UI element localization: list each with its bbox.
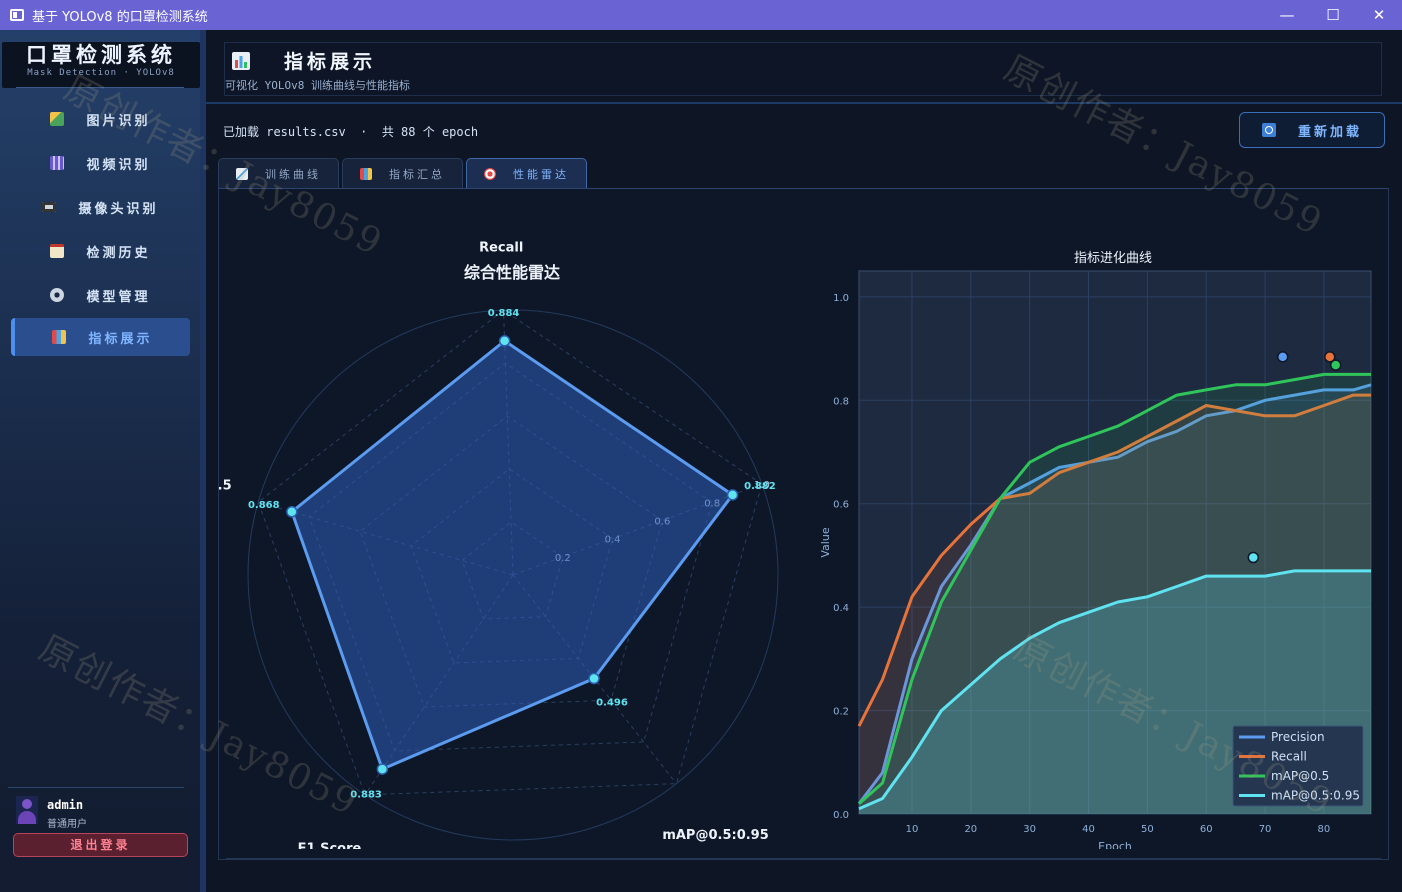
legend-label: mAP@0.5:0.95: [1271, 789, 1360, 803]
radar-point: [286, 506, 298, 518]
radar-axis-label: mAP@0.5: [219, 479, 232, 494]
tab-label: 性能雷达: [513, 168, 569, 181]
legend-label: Precision: [1271, 730, 1325, 744]
best-point-marker: [1329, 359, 1342, 371]
x-tick-label: 10: [906, 824, 919, 835]
tab-label: 指标汇总: [389, 168, 445, 181]
maximize-button[interactable]: ☐: [1310, 0, 1356, 30]
x-tick-label: 60: [1200, 824, 1213, 835]
radar-chart: 综合性能雷达 0.20.40.60.81.00.8820.8840.8680.8…: [219, 241, 779, 849]
radar-tab-panel: 综合性能雷达 0.2 0.4 0.6 0.8 1.0 0.882 0.884 0.868 0.8…: [218, 188, 1389, 860]
avatar: [16, 796, 38, 824]
tab-bar: 训练曲线 指标汇总 性能雷达: [218, 158, 590, 189]
page-subtitle: 可视化 YOLOv8 训练曲线与性能指标: [225, 79, 410, 92]
header-divider: [206, 102, 1402, 104]
target-icon: [484, 168, 496, 180]
y-tick-label: 0.6: [833, 500, 849, 511]
sidebar-item-video[interactable]: 视频识别: [11, 144, 190, 182]
main-content: 指标展示 可视化 YOLOv8 训练曲线与性能指标 已加载 results.cs…: [206, 30, 1402, 892]
x-tick-label: 50: [1141, 824, 1154, 835]
reload-button[interactable]: 重新加载: [1239, 112, 1385, 148]
y-axis-label: Value: [819, 527, 832, 557]
brand-logo: 口罩检测系统 Mask Detection · YOLOv8: [2, 42, 200, 88]
sidebar-item-models[interactable]: 模型管理: [11, 276, 190, 314]
sidebar-item-label: 指标展示: [88, 331, 153, 347]
radar-chart-title: 综合性能雷达: [464, 263, 560, 282]
brand-divider: [16, 87, 184, 88]
user-role: 普通用户: [47, 819, 87, 830]
brand-title: 口罩检测系统: [26, 42, 176, 67]
x-axis-label: Epoch: [1098, 840, 1132, 849]
radar-point: [498, 335, 511, 347]
image-icon: [50, 112, 65, 126]
sidebar: 口罩检测系统 Mask Detection · YOLOv8 图片识别 视频识别…: [0, 30, 206, 892]
history-icon: [50, 244, 65, 258]
user-name: admin: [47, 798, 84, 812]
tab-performance-radar[interactable]: 性能雷达: [466, 158, 587, 189]
radar-value-label: 0.884: [488, 308, 520, 319]
radar-point: [726, 489, 739, 501]
loaded-status: 已加载 results.csv · 共 88 个 epoch: [223, 125, 479, 139]
camera-icon: [42, 202, 57, 212]
user-divider: [8, 787, 184, 788]
window-title: 基于 YOLOv8 的口罩检测系统: [32, 9, 208, 25]
x-tick-label: 20: [964, 824, 977, 835]
tab-metrics-summary[interactable]: 指标汇总: [342, 158, 463, 189]
x-tick-label: 40: [1082, 824, 1095, 835]
bar-chart-icon: [232, 52, 250, 70]
bar-chart-icon: [360, 168, 372, 180]
reload-label: 重新加载: [1297, 124, 1362, 140]
best-point-marker: [1247, 551, 1260, 564]
y-tick-label: 0.0: [833, 810, 849, 821]
app-icon: [10, 9, 24, 21]
tab-label: 训练曲线: [265, 168, 321, 181]
minimize-button[interactable]: —: [1264, 0, 1310, 30]
line-chart-title: 指标进化曲线: [1074, 251, 1152, 266]
sidebar-item-label: 摄像头识别: [78, 201, 159, 217]
line-chart: 指标进化曲线 10 20 30 40 50 60 70 80 0.0 0.2 0.4 0.6 0.8 1.…: [819, 251, 1372, 849]
best-point-marker: [1276, 351, 1289, 363]
sidebar-item-label: 视频识别: [86, 157, 151, 173]
radar-data-polygon: [290, 339, 735, 771]
logout-button[interactable]: 退出登录: [13, 833, 188, 857]
radar-axis-label: F1 Score: [298, 842, 362, 849]
radar-value-label: 0.868: [248, 500, 280, 511]
sidebar-item-label: 图片识别: [86, 113, 151, 129]
radar-value-label: 0.882: [744, 481, 776, 492]
gear-icon: [50, 288, 65, 302]
tab-training-curves[interactable]: 训练曲线: [218, 158, 339, 189]
sidebar-item-label: 模型管理: [86, 289, 151, 305]
y-tick-label: 0.4: [833, 603, 849, 614]
radar-axis-label: Recall: [479, 241, 523, 256]
refresh-icon: [1261, 123, 1276, 137]
y-tick-label: 0.8: [833, 396, 849, 407]
legend-label: Recall: [1271, 750, 1307, 764]
y-tick-label: 1.0: [833, 293, 849, 304]
clapper-icon: [50, 156, 65, 170]
page-header: 指标展示 可视化 YOLOv8 训练曲线与性能指标: [224, 42, 1382, 96]
page-title: 指标展示: [284, 51, 377, 73]
radar-axis-label: mAP@0.5:0.95: [662, 828, 768, 843]
bar-chart-icon: [52, 330, 67, 344]
sidebar-item-metrics[interactable]: 指标展示: [11, 318, 190, 356]
bottom-divider: [226, 858, 1381, 859]
brand-subtitle: Mask Detection · YOLOv8: [27, 68, 175, 78]
radar-value-label: 0.883: [350, 789, 382, 800]
sidebar-item-history[interactable]: 检测历史: [11, 232, 190, 270]
window-titlebar: 基于 YOLOv8 的口罩检测系统 — ☐ ✕: [0, 0, 1402, 30]
sidebar-item-image[interactable]: 图片识别: [11, 100, 190, 138]
x-tick-label: 80: [1318, 824, 1331, 835]
sidebar-item-camera[interactable]: 摄像头识别: [11, 188, 190, 226]
line-chart-icon: [236, 168, 248, 180]
close-button[interactable]: ✕: [1356, 0, 1402, 30]
y-tick-label: 0.2: [833, 707, 849, 718]
x-tick-label: 70: [1259, 824, 1272, 835]
legend-label: mAP@0.5: [1271, 769, 1329, 783]
radar-point: [588, 672, 600, 685]
sidebar-item-label: 检测历史: [86, 245, 151, 261]
radar-point: [376, 763, 389, 775]
radar-value-label: 0.496: [596, 697, 628, 708]
x-tick-label: 30: [1023, 824, 1036, 835]
